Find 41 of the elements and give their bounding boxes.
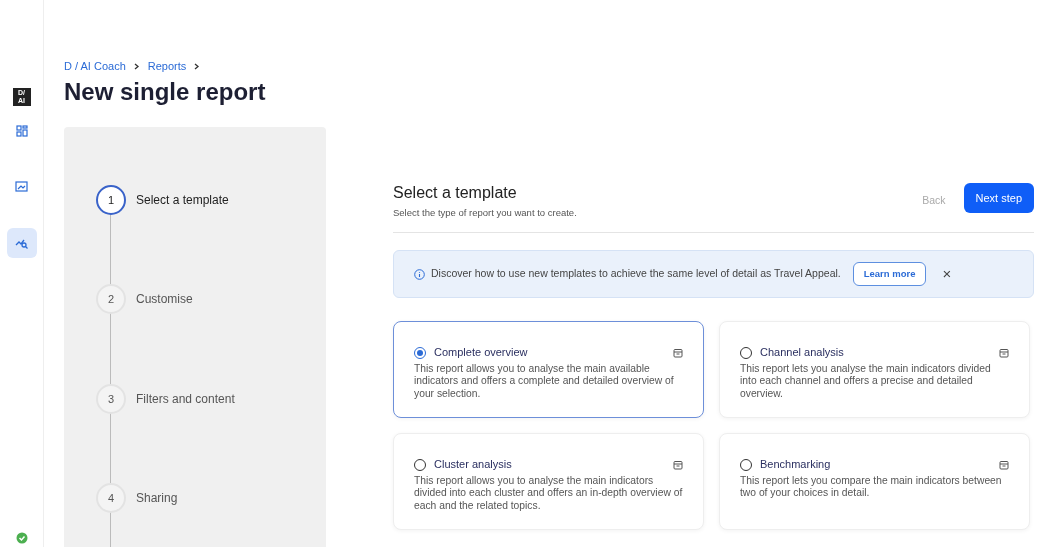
template-description: This report allows you to analyse the main indicators divided into each cluster and offers an in-depth overview of each and the related topics. (414, 474, 683, 513)
template-card[interactable]: Cluster analysis This report allows you to analyse the main indicators divided into each cluster and offers an in-depth overview of each and the related topics. (393, 433, 704, 531)
template-card[interactable]: Complete overview This report allows you to analyse the main available indicators and offers a complete and detailed overview of your selection. (393, 321, 704, 419)
template-description: This report lets you analyse the main indicators divided into each channel and offers a precise and detailed overview. (740, 362, 992, 401)
chevron-icon (133, 62, 140, 70)
template-title: Complete overview (434, 345, 529, 361)
check-icon (15, 532, 28, 544)
section-title: Select a template (393, 182, 518, 203)
step-label: Select a template (136, 191, 229, 209)
template-title: Cluster analysis (434, 457, 513, 473)
step-number: 4 (96, 483, 126, 514)
template-card[interactable]: Benchmarking This report lets you compare the main indicators between two of your choices in detail. (719, 433, 1030, 531)
page-title: New single report (64, 78, 267, 105)
step-number: 3 (96, 383, 126, 414)
step-label: Customise (136, 291, 193, 309)
template-title: Channel analysis (760, 345, 845, 361)
section-subtitle: Select the type of report you want to create. (393, 206, 578, 221)
step-number: 1 (96, 184, 126, 215)
template-title: Benchmarking (760, 457, 832, 473)
close-button[interactable]: × (938, 263, 956, 286)
calendar-icon (673, 459, 683, 470)
template-description: This report lets you compare the main indicators between two of your choices in detail. (740, 474, 1003, 500)
chevron-icon (194, 62, 201, 70)
calendar-icon (999, 347, 1009, 358)
banner-text: Discover how to use new templates to achieve the same level of detail as Travel Appeal. (431, 266, 841, 282)
dashboard-icon (15, 125, 28, 137)
analytics-icon (15, 237, 28, 249)
image-icon (15, 181, 28, 193)
template-description: This report allows you to analyse the main available indicators and offers a complete and detailed overview of your selection. (414, 362, 675, 401)
nav-button[interactable] (6, 228, 37, 258)
calendar-icon (999, 459, 1009, 470)
step-number: 2 (96, 284, 126, 315)
step-label: Sharing (136, 490, 178, 508)
info-icon (414, 268, 425, 280)
calendar-icon (673, 347, 683, 358)
breadcrumb-link[interactable]: D / AI Coach (64, 58, 126, 75)
template-card[interactable]: Channel analysis This report lets you analyse the main indicators divided into each channel and offers a precise and detailed overview. (719, 321, 1030, 419)
breadcrumb-link[interactable]: Reports (147, 58, 187, 75)
step-label: Filters and content (136, 390, 235, 408)
next-step-button[interactable]: Next step (963, 182, 1034, 214)
learn-more-button[interactable]: Learn more (852, 262, 927, 287)
